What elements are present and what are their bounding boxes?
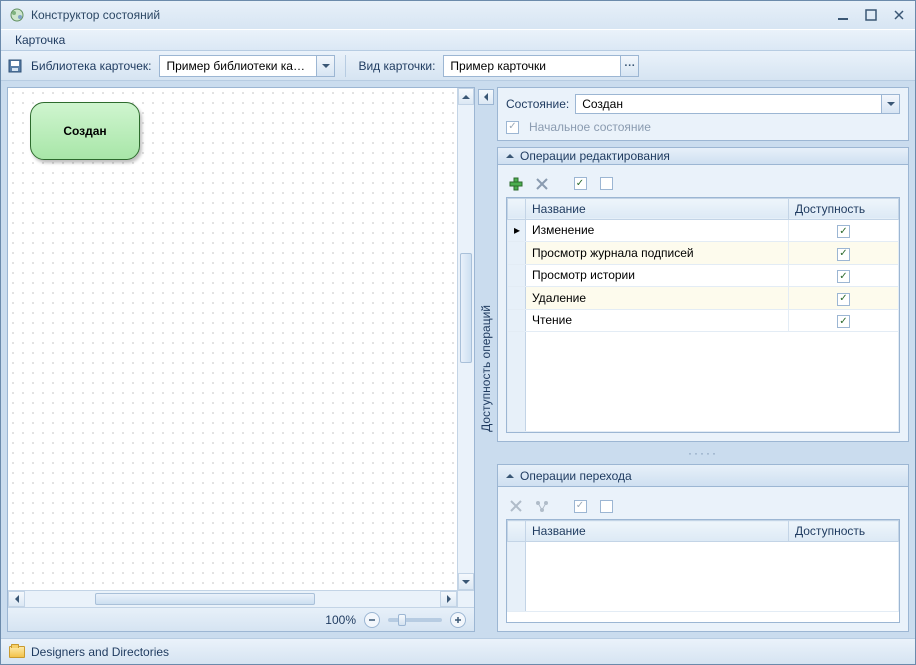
table-row[interactable]: Удаление ✓ [508,287,899,310]
app-icon [9,7,25,23]
edit-ops-toolbar: ✓ [506,171,900,197]
zoom-slider[interactable] [388,618,442,622]
cell-name: Чтение [526,309,789,332]
toolbar: Библиотека карточек: Пример библиотеки к… [1,51,915,81]
horizontal-scrollbar[interactable] [8,590,474,607]
window-title: Конструктор состояний [31,8,160,22]
library-dropdown-value: Пример библиотеки карт... [160,59,316,73]
state-dropdown[interactable]: Создан [575,94,900,114]
side-tab-label: Доступность операций [479,305,493,432]
initial-state-label: Начальное состояние [529,120,651,134]
col-name[interactable]: Название [526,521,789,542]
check-all-button[interactable]: ✓ [570,174,590,194]
state-panel: Состояние: Создан ✓ Начальное состояние [497,87,909,141]
save-icon[interactable] [7,58,23,74]
ellipsis-button[interactable]: ··· [620,56,638,76]
transition-operations-panel: Операции перехода ✓ [497,464,909,632]
view-label: Вид карточки: [356,59,437,73]
separator [345,55,346,77]
check-all-button[interactable]: ✓ [570,496,590,516]
link-button[interactable] [532,496,552,516]
cell-name: Просмотр истории [526,264,789,287]
zoom-out-button[interactable] [364,612,380,628]
side-tab-gutter: Доступность операций [475,87,497,632]
horizontal-scroll-thumb[interactable] [95,593,315,605]
chevron-down-icon[interactable] [881,95,899,113]
table-row[interactable]: Чтение ✓ [508,309,899,332]
side-tab[interactable]: Доступность операций [479,105,493,632]
chevron-up-icon [506,154,514,158]
cell-avail[interactable]: ✓ [789,242,899,265]
cell-name: Удаление [526,287,789,310]
titlebar: Конструктор состояний [1,1,915,29]
transition-operations-header[interactable]: Операции перехода [498,465,908,487]
zoom-bar: 100% [8,607,474,631]
cell-avail[interactable]: ✓ [789,264,899,287]
zoom-in-button[interactable] [450,612,466,628]
splitter[interactable]: ····· [497,448,909,458]
cell-avail[interactable]: ✓ [789,309,899,332]
design-canvas[interactable]: Создан [8,88,457,590]
view-dropdown[interactable]: Пример карточки ··· [443,55,639,77]
statusbar: Designers and Directories [1,638,915,664]
state-node[interactable]: Создан [30,102,140,160]
uncheck-all-button[interactable] [596,174,616,194]
cell-avail[interactable]: ✓ [789,219,899,242]
chevron-down-icon[interactable] [316,56,334,76]
table-row[interactable]: ▸ Изменение ✓ [508,219,899,242]
table-row[interactable]: Просмотр журнала подписей ✓ [508,242,899,265]
trans-ops-table: Название Доступность [506,519,900,623]
transition-operations-title: Операции перехода [520,469,632,483]
folder-icon [9,646,25,658]
scroll-down-arrow[interactable] [458,573,474,590]
collapse-toggle[interactable] [478,89,494,105]
scroll-left-arrow[interactable] [8,591,25,607]
edit-operations-header[interactable]: Операции редактирования [498,148,908,165]
zoom-value: 100% [325,613,356,627]
menubar: Карточка [1,29,915,51]
cell-name: Просмотр журнала подписей [526,242,789,265]
state-label: Состояние: [506,97,569,111]
maximize-button[interactable] [863,7,879,23]
col-avail[interactable]: Доступность [789,198,899,219]
menu-card[interactable]: Карточка [9,31,71,49]
scroll-up-arrow[interactable] [458,88,474,105]
trans-ops-toolbar: ✓ [506,493,900,519]
close-button[interactable] [891,7,907,23]
delete-button[interactable] [532,174,552,194]
table-row[interactable]: Просмотр истории ✓ [508,264,899,287]
row-indicator: ▸ [508,219,526,242]
edit-operations-title: Операции редактирования [520,149,670,163]
add-button[interactable] [506,174,526,194]
scroll-right-arrow[interactable] [440,591,457,607]
delete-button[interactable] [506,496,526,516]
cell-avail[interactable]: ✓ [789,287,899,310]
vertical-scroll-thumb[interactable] [460,253,472,363]
state-dropdown-value: Создан [576,95,881,113]
initial-state-checkbox[interactable]: ✓ [506,121,519,134]
vertical-scrollbar[interactable] [457,88,474,590]
canvas-pane: Создан [7,87,475,632]
zoom-slider-thumb[interactable] [398,614,406,626]
chevron-up-icon [506,474,514,478]
library-label: Библиотека карточек: [29,59,153,73]
cell-name: Изменение [526,219,789,242]
view-dropdown-value: Пример карточки [444,59,620,73]
col-name[interactable]: Название [526,198,789,219]
edit-operations-panel: Операции редактирования ✓ [497,147,909,442]
col-avail[interactable]: Доступность [789,521,899,542]
statusbar-text[interactable]: Designers and Directories [31,645,169,659]
properties-pane: Состояние: Создан ✓ Начальное состояние … [497,87,909,632]
minimize-button[interactable] [835,7,851,23]
edit-ops-table: Название Доступность ▸ Изменение ✓ [506,197,900,434]
library-dropdown[interactable]: Пример библиотеки карт... [159,55,335,77]
uncheck-all-button[interactable] [596,496,616,516]
